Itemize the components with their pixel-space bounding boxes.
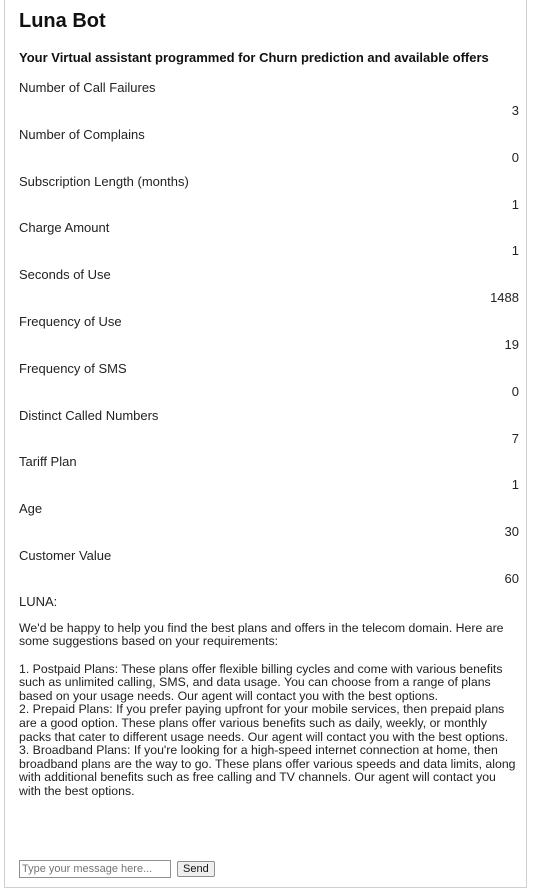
bot-question: Number of Call Failures: [19, 80, 156, 95]
user-answer: 19: [504, 336, 519, 352]
message-pair: Tariff Plan 1: [19, 446, 519, 493]
bot-question: Age: [19, 501, 43, 517]
user-answer: 30: [504, 524, 519, 540]
bot-question: Seconds of Use: [19, 267, 111, 283]
message-pair: Age 30: [19, 493, 519, 540]
message-pair: Charge Amount 1: [19, 212, 519, 259]
page-subtitle: Your Virtual assistant programmed for Ch…: [19, 50, 489, 65]
bot-question: Distinct Called Numbers: [19, 407, 159, 423]
message-pair: Frequency of Use 19: [19, 306, 519, 353]
chat-content: Luna Bot Your Virtual assistant programm…: [19, 8, 519, 798]
user-answer: 1: [511, 196, 519, 212]
bot-question: Frequency of SMS: [19, 360, 127, 376]
message-pair: Distinct Called Numbers 7: [19, 400, 519, 447]
bot-question: Subscription Length (months): [19, 173, 189, 189]
user-answer: 1488: [490, 290, 519, 306]
bot-question: Customer Value: [19, 547, 112, 563]
user-answer: 1: [511, 477, 519, 493]
bot-question: Frequency of Use: [19, 313, 122, 329]
user-answer: 0: [511, 149, 519, 165]
bot-question: Tariff Plan: [19, 454, 77, 470]
message-list: Number of Call Failures 3 Number of Comp…: [19, 72, 519, 587]
bot-question: Number of Complains: [19, 126, 145, 142]
user-answer: 7: [511, 430, 519, 446]
user-answer: 60: [504, 570, 519, 586]
user-answer: 0: [511, 383, 519, 399]
message-pair: Subscription Length (months) 1: [19, 166, 519, 213]
user-answer: 1: [511, 243, 519, 259]
message-input-bar: Send: [19, 860, 215, 878]
message-pair: Seconds of Use 1488: [19, 259, 519, 306]
bot-question: Charge Amount: [19, 220, 110, 236]
send-button[interactable]: Send: [177, 861, 215, 877]
message-pair: Number of Call Failures 3: [19, 72, 519, 119]
message-pair: Number of Complains 0: [19, 119, 519, 166]
message-pair: Customer Value 60: [19, 540, 519, 587]
user-answer: 3: [511, 103, 519, 118]
message-input[interactable]: [19, 860, 171, 878]
message-pair: Frequency of SMS 0: [19, 353, 519, 400]
page-title: Luna Bot: [19, 10, 106, 32]
luna-reply: We'd be happy to help you find the best …: [19, 620, 516, 798]
luna-label: LUNA:: [19, 593, 58, 609]
